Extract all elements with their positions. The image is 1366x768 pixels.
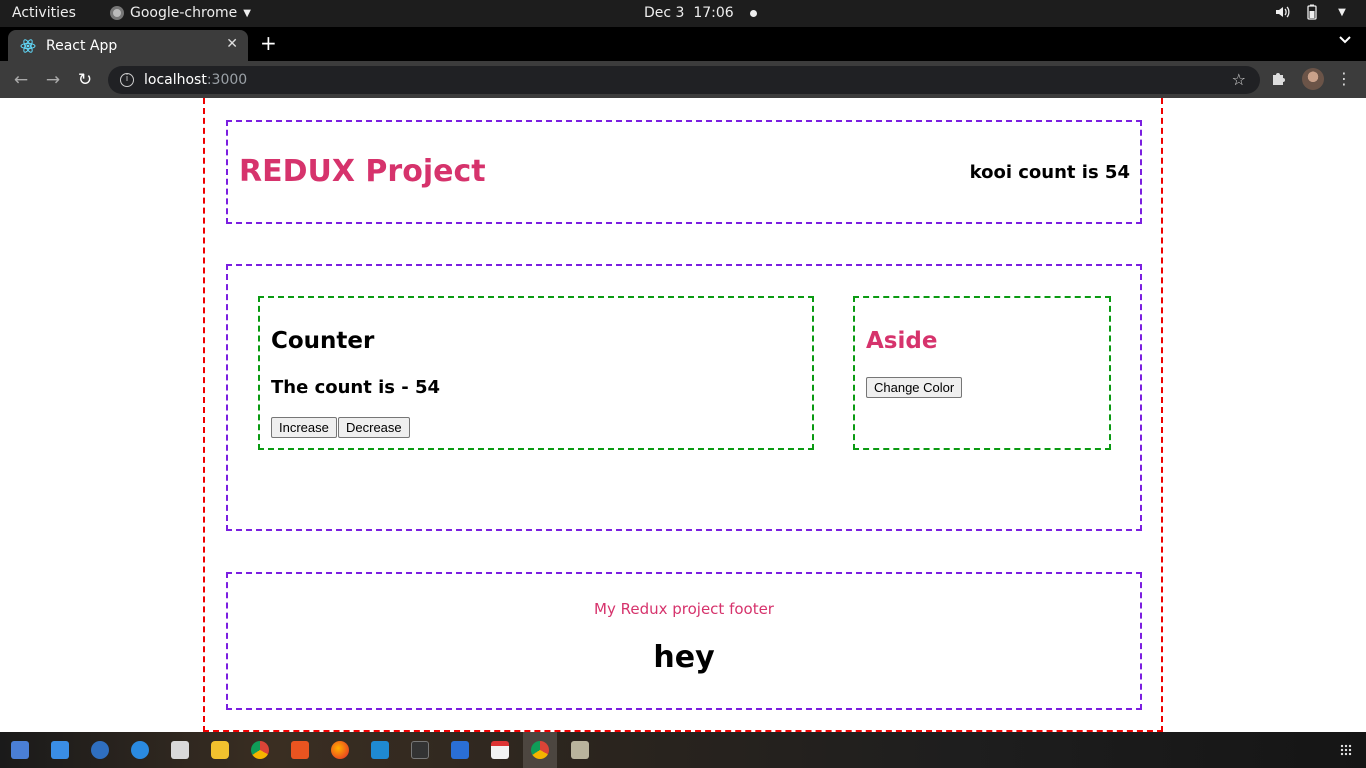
page-title: REDUX Project [239, 154, 486, 189]
address-bar[interactable]: i localhost:3000 ☆ [108, 66, 1260, 94]
software-icon[interactable] [291, 741, 309, 759]
footer-text: My Redux project footer [594, 600, 774, 618]
count-display: The count is - 54 [271, 377, 441, 398]
text-editor-icon[interactable] [51, 741, 69, 759]
system-top-bar: Activities Google-chrome ▼ Dec 3 17:06 ▼ [0, 0, 1366, 27]
app-container: REDUX Project kooi count is 54 Counter T… [203, 98, 1163, 732]
react-icon [20, 38, 36, 53]
archive-icon[interactable] [571, 741, 589, 759]
reload-icon[interactable]: ↻ [74, 69, 96, 91]
header-section: REDUX Project kooi count is 54 [226, 120, 1142, 224]
aside-heading: Aside [866, 328, 938, 354]
bookmark-star-icon[interactable]: ☆ [1232, 70, 1246, 89]
app-menu[interactable]: Google-chrome ▼ [110, 5, 251, 21]
back-arrow-icon[interactable]: ← [10, 69, 32, 91]
browser-toolbar: ← → ↻ i localhost:3000 ☆ ⋮ [0, 61, 1366, 98]
page-viewport: REDUX Project kooi count is 54 Counter T… [0, 98, 1366, 732]
date-label: Dec 3 [644, 5, 685, 21]
clock[interactable]: Dec 3 17:06 [644, 5, 757, 21]
thunderbird-icon[interactable] [91, 741, 109, 759]
battery-icon [1304, 4, 1320, 20]
profile-avatar[interactable] [1302, 68, 1324, 90]
tab-strip: React App ✕ [0, 27, 1366, 61]
header-count: kooi count is 54 [969, 162, 1130, 183]
aside-panel: Aside Change Color [853, 296, 1111, 450]
help-icon[interactable] [131, 741, 149, 759]
counter-panel: Counter The count is - 54 Increase Decre… [258, 296, 814, 450]
decrease-button[interactable]: Decrease [338, 417, 410, 438]
forward-arrow-icon[interactable]: → [42, 69, 64, 91]
extensions-puzzle-icon[interactable] [1270, 70, 1286, 90]
info-icon[interactable]: i [120, 73, 134, 87]
system-tray[interactable]: ▼ [1274, 4, 1350, 20]
caret-down-icon: ▼ [243, 7, 251, 19]
increase-button[interactable]: Increase [271, 417, 337, 438]
calendar-icon[interactable] [491, 741, 509, 759]
tab-title: React App [46, 37, 118, 54]
app-menu-label: Google-chrome [130, 5, 238, 21]
tab-react-app[interactable]: React App ✕ [8, 30, 248, 61]
menu-kebab-icon[interactable]: ⋮ [1336, 69, 1352, 88]
show-applications-icon[interactable] [1340, 744, 1352, 756]
chrome-icon [110, 6, 124, 20]
files-icon[interactable] [171, 741, 189, 759]
firefox-icon[interactable] [331, 741, 349, 759]
activities-button[interactable]: Activities [12, 5, 76, 21]
notification-dot-icon [749, 9, 757, 17]
change-color-button[interactable]: Change Color [866, 377, 963, 398]
rhythmbox-icon[interactable] [211, 741, 229, 759]
power-menu-icon: ▼ [1338, 6, 1346, 18]
url-host: localhost [144, 72, 207, 88]
chrome-icon[interactable] [251, 741, 269, 759]
time-label: 17:06 [693, 5, 734, 21]
vscode-icon[interactable] [371, 741, 389, 759]
chrome-active-icon[interactable] [531, 741, 549, 759]
footer-hey: hey [653, 640, 715, 675]
new-tab-icon[interactable]: + [260, 31, 277, 55]
workspace-icon[interactable] [11, 741, 29, 759]
tab-search-chevron-icon[interactable] [1338, 33, 1352, 49]
dock [0, 732, 1366, 768]
close-tab-icon[interactable]: ✕ [226, 36, 238, 52]
footer-section: My Redux project footer hey [226, 572, 1142, 710]
counter-heading: Counter [271, 328, 375, 354]
notes-icon[interactable] [451, 741, 469, 759]
url-port: :3000 [206, 72, 248, 88]
terminal-icon[interactable] [411, 741, 429, 759]
volume-icon [1274, 4, 1290, 20]
main-section: Counter The count is - 54 Increase Decre… [226, 264, 1142, 531]
